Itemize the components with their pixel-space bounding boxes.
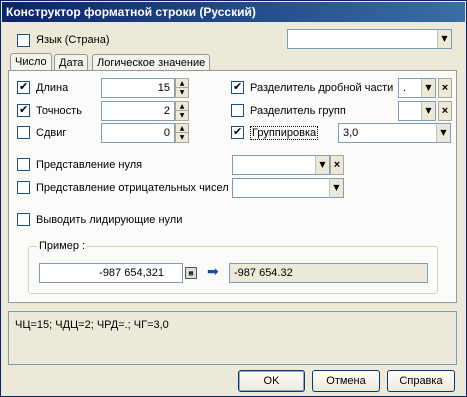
example-result: -987 654.32 <box>229 263 428 283</box>
zero-repr-select[interactable]: ▼ <box>232 155 330 175</box>
grouping-checkbox[interactable] <box>231 125 244 139</box>
negative-repr-checkbox[interactable] <box>17 181 30 194</box>
cancel-button[interactable]: Отмена <box>312 370 380 392</box>
group-separator-checkbox[interactable] <box>231 104 244 117</box>
clear-decimal-separator-icon[interactable]: × <box>438 78 452 98</box>
grouping-value: 3,0 <box>343 127 359 139</box>
format-string-summary: ЧЦ=15; ЧДЦ=2; ЧРД=.; ЧГ=3,0 <box>8 311 457 365</box>
length-stepper[interactable]: ▲ ▼ <box>175 78 189 98</box>
ok-button[interactable]: OK <box>238 370 305 392</box>
precision-stepper[interactable]: ▲ ▼ <box>175 101 189 121</box>
clear-zero-repr-icon[interactable]: × <box>330 155 344 175</box>
chevron-down-icon[interactable]: ▼ <box>437 30 451 48</box>
spin-down-icon[interactable]: ▼ <box>176 88 188 97</box>
negative-repr-select[interactable]: ▼ <box>232 178 344 198</box>
decimal-separator-select[interactable]: . ▼ <box>398 78 436 98</box>
example-input-value: -987 654,321 <box>99 267 164 279</box>
spin-up-icon[interactable]: ▲ <box>176 79 188 88</box>
tab-date-label: Дата <box>59 57 84 69</box>
window-title: Конструктор форматной строки (Русский) <box>2 2 465 22</box>
shift-label: Сдвиг <box>36 127 67 139</box>
spin-down-icon[interactable]: ▼ <box>176 133 188 142</box>
shift-checkbox[interactable] <box>17 126 30 139</box>
spin-up-icon[interactable]: ▲ <box>176 124 188 133</box>
example-input[interactable]: -987 654,321 <box>39 263 183 283</box>
shift-stepper[interactable]: ▲ ▼ <box>175 123 189 143</box>
negative-repr-label: Представление отрицательных чисел <box>36 182 229 194</box>
arrow-right-icon: ➡ <box>207 264 219 280</box>
zero-repr-label: Представление нуля <box>36 159 143 171</box>
calculator-icon[interactable]: ▦ <box>185 267 197 279</box>
chevron-down-icon[interactable]: ▼ <box>436 124 450 142</box>
tab-boolean-label: Логическое значение <box>97 57 206 69</box>
group-separator-select[interactable]: ▼ <box>398 101 436 121</box>
grouping-select[interactable]: 3,0 ▼ <box>338 123 451 143</box>
language-checkbox[interactable] <box>17 34 30 47</box>
length-checkbox[interactable] <box>17 80 30 94</box>
precision-input[interactable]: 2 <box>101 101 175 121</box>
chevron-down-icon[interactable]: ▼ <box>421 79 435 97</box>
length-input[interactable]: 15 <box>101 78 175 98</box>
decimal-separator-checkbox[interactable] <box>231 80 244 94</box>
leading-zeros-label: Выводить лидирующие нули <box>36 214 183 226</box>
format-string-dialog: Конструктор форматной строки (Русский) Я… <box>0 0 467 397</box>
example-title: Пример : <box>37 240 88 252</box>
spin-up-icon[interactable]: ▲ <box>176 102 188 111</box>
decimal-separator-label: Разделитель дробной части <box>250 82 394 94</box>
spin-down-icon[interactable]: ▼ <box>176 111 188 120</box>
chevron-down-icon[interactable]: ▼ <box>315 156 329 174</box>
tab-number[interactable]: Число <box>10 53 52 71</box>
shift-input[interactable]: 0 <box>101 123 175 143</box>
chevron-down-icon[interactable]: ▼ <box>329 179 343 197</box>
language-select[interactable]: ▼ <box>287 29 452 49</box>
tab-number-label: Число <box>15 56 47 68</box>
language-label: Язык (Страна) <box>36 34 110 46</box>
grouping-label: Группировка <box>250 126 319 140</box>
clear-group-separator-icon[interactable]: × <box>438 101 452 121</box>
precision-checkbox[interactable] <box>17 103 30 117</box>
help-button[interactable]: Справка <box>387 370 455 392</box>
chevron-down-icon[interactable]: ▼ <box>421 102 435 120</box>
group-separator-label: Разделитель групп <box>250 105 346 117</box>
decimal-separator-value: . <box>403 82 407 94</box>
precision-label: Точность <box>36 105 82 117</box>
leading-zeros-checkbox[interactable] <box>17 213 30 226</box>
length-label: Длина <box>36 82 69 94</box>
zero-repr-checkbox[interactable] <box>17 158 30 171</box>
